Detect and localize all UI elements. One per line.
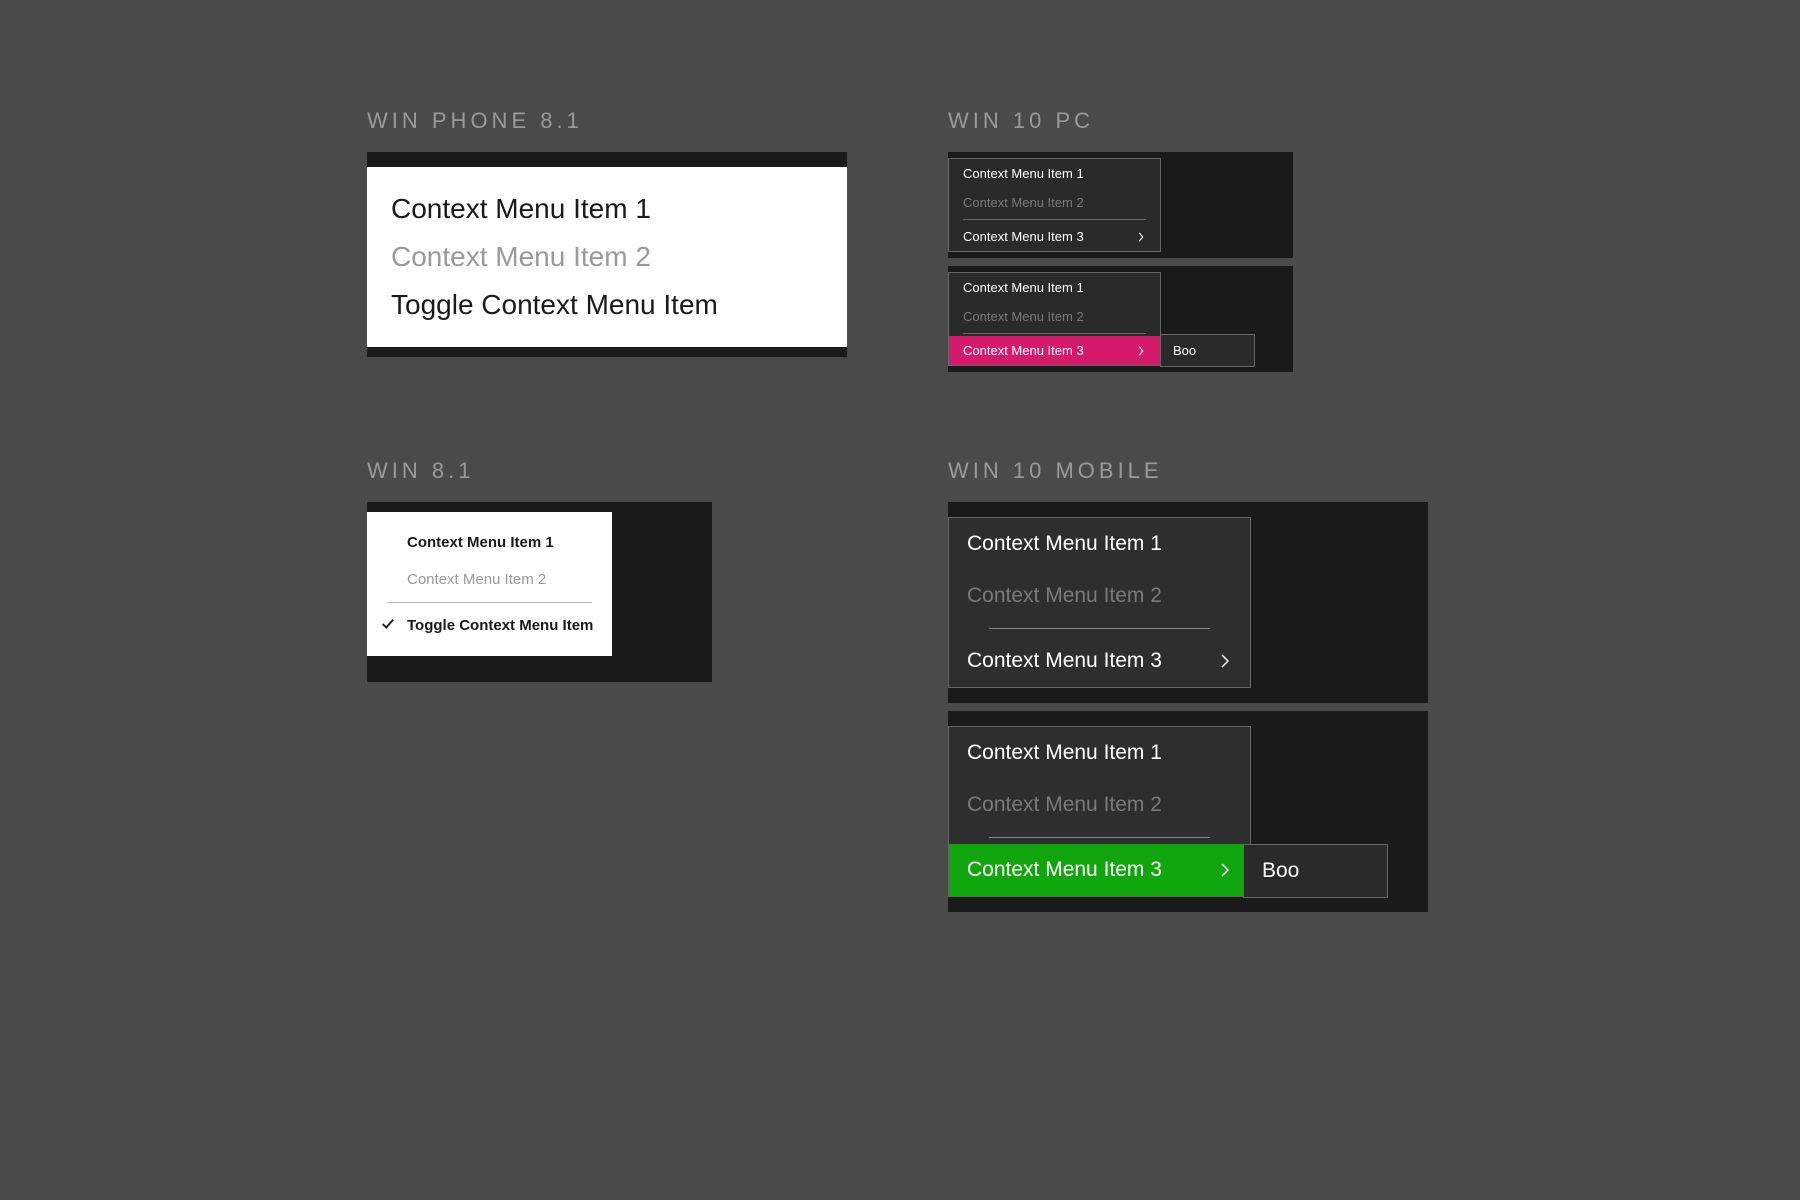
context-menu-item-2[interactable]: Context Menu Item 2 <box>391 233 823 281</box>
chevron-right-icon <box>1218 863 1232 877</box>
section-title: WIN PHONE 8.1 <box>367 108 847 134</box>
win10pc-container-2: Context Menu Item 1 Context Menu Item 2 … <box>948 266 1293 372</box>
context-menu-item-toggle[interactable]: Toggle Context Menu Item <box>367 607 612 644</box>
section-title: WIN 10 PC <box>948 108 1293 134</box>
context-menu-item-label: Context Menu Item 3 <box>967 858 1162 882</box>
menu-divider <box>963 219 1146 220</box>
menu-divider <box>989 837 1210 838</box>
submenu-item-label: Boo <box>1173 343 1196 358</box>
context-menu-item-1[interactable]: Context Menu Item 1 <box>949 518 1250 570</box>
context-menu-item-1[interactable]: Context Menu Item 1 <box>949 159 1160 188</box>
context-menu-item-label: Context Menu Item 1 <box>967 741 1162 765</box>
context-menu-item-1[interactable]: Context Menu Item 1 <box>949 273 1160 302</box>
context-menu-item-3-hovered[interactable]: Context Menu Item 3 <box>949 336 1160 365</box>
context-menu-item-label: Context Menu Item 2 <box>967 584 1162 608</box>
chevron-right-icon <box>1136 232 1146 242</box>
context-menu-item-label: Context Menu Item 3 <box>967 649 1162 673</box>
context-menu-item-label: Context Menu Item 3 <box>963 343 1084 358</box>
context-menu-item-label: Context Menu Item 1 <box>963 280 1084 295</box>
win10mobile-menu-1: Context Menu Item 1 Context Menu Item 2 … <box>948 517 1251 688</box>
menu-divider <box>989 628 1210 629</box>
win10mobile-container-2: Context Menu Item 1 Context Menu Item 2 … <box>948 711 1428 912</box>
context-menu-item-2[interactable]: Context Menu Item 2 <box>949 188 1160 217</box>
context-menu-item-3-hovered[interactable]: Context Menu Item 3 <box>949 844 1250 896</box>
section-win10pc: WIN 10 PC Context Menu Item 1 Context Me… <box>948 108 1293 380</box>
context-menu-item-1[interactable]: Context Menu Item 1 <box>949 727 1250 779</box>
win10pc-menu-1: Context Menu Item 1 Context Menu Item 2 … <box>948 158 1161 252</box>
context-menu-item-label: Context Menu Item 2 <box>963 309 1084 324</box>
win10pc-menu-2: Context Menu Item 1 Context Menu Item 2 … <box>948 272 1161 366</box>
win10mobile-menu-2: Context Menu Item 1 Context Menu Item 2 … <box>948 726 1251 897</box>
winphone81-container: Context Menu Item 1 Context Menu Item 2 … <box>367 152 847 357</box>
win10pc-container-1: Context Menu Item 1 Context Menu Item 2 … <box>948 152 1293 258</box>
context-menu-item-label: Context Menu Item 1 <box>963 166 1084 181</box>
context-menu-item-1[interactable]: Context Menu Item 1 <box>367 524 612 561</box>
checkmark-icon <box>381 617 395 635</box>
section-winphone81: WIN PHONE 8.1 Context Menu Item 1 Contex… <box>367 108 847 357</box>
section-win10mobile: WIN 10 MOBILE Context Menu Item 1 Contex… <box>948 458 1428 920</box>
context-menu-item-3[interactable]: Context Menu Item 3 <box>949 635 1250 687</box>
context-menu-item-2[interactable]: Context Menu Item 2 <box>949 302 1160 331</box>
win81-container: Context Menu Item 1 Context Menu Item 2 … <box>367 502 712 682</box>
menu-divider <box>387 602 592 603</box>
context-menu-item-label: Toggle Context Menu Item <box>407 617 593 634</box>
context-menu-item-2[interactable]: Context Menu Item 2 <box>949 570 1250 622</box>
winphone81-menu: Context Menu Item 1 Context Menu Item 2 … <box>367 167 847 347</box>
context-menu-item-label: Context Menu Item 1 <box>967 532 1162 556</box>
menu-divider <box>963 333 1146 334</box>
section-win81: WIN 8.1 Context Menu Item 1 Context Menu… <box>367 458 712 682</box>
context-menu-item-2[interactable]: Context Menu Item 2 <box>367 561 612 598</box>
section-title: WIN 8.1 <box>367 458 712 484</box>
submenu-item-label: Boo <box>1262 859 1299 882</box>
context-menu-item-3[interactable]: Context Menu Item 3 <box>949 222 1160 251</box>
submenu[interactable]: Boo <box>1160 334 1255 367</box>
context-menu-item-label: Context Menu Item 2 <box>963 195 1084 210</box>
context-menu-item-toggle[interactable]: Toggle Context Menu Item <box>391 281 823 329</box>
context-menu-item-label: Context Menu Item 2 <box>967 793 1162 817</box>
context-menu-item-label: Context Menu Item 3 <box>963 229 1084 244</box>
section-title: WIN 10 MOBILE <box>948 458 1428 484</box>
chevron-right-icon <box>1136 346 1146 356</box>
context-menu-item-2[interactable]: Context Menu Item 2 <box>949 779 1250 831</box>
context-menu-item-1[interactable]: Context Menu Item 1 <box>391 185 823 233</box>
chevron-right-icon <box>1218 654 1232 668</box>
win10mobile-container-1: Context Menu Item 1 Context Menu Item 2 … <box>948 502 1428 703</box>
win81-menu: Context Menu Item 1 Context Menu Item 2 … <box>367 512 612 656</box>
submenu[interactable]: Boo <box>1243 844 1388 898</box>
